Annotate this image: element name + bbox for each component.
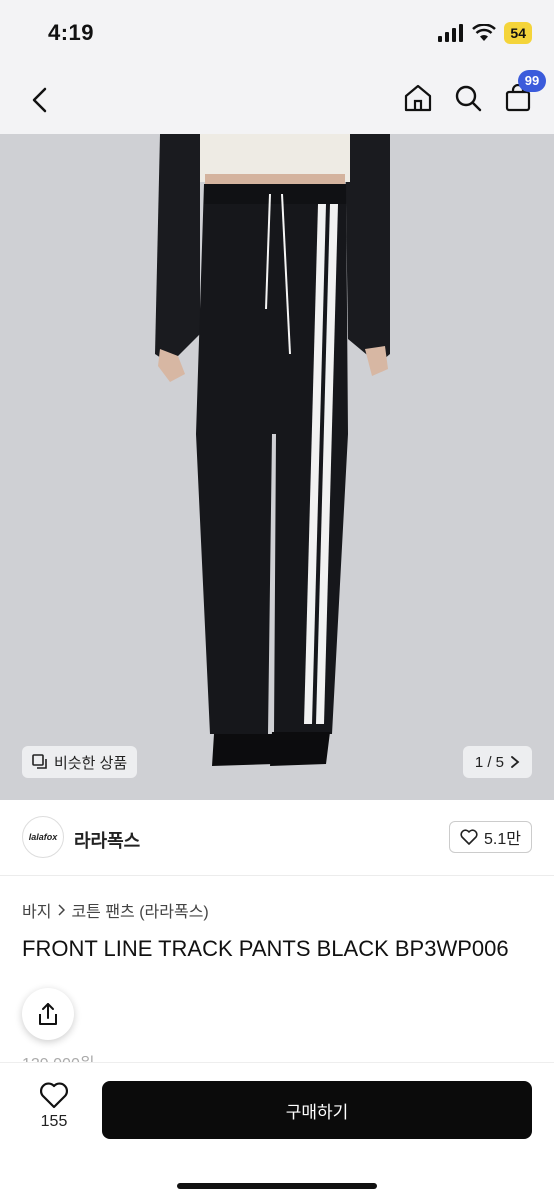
- similar-products-label: 비슷한 상품: [54, 754, 128, 772]
- seller-logo[interactable]: lalafox: [22, 816, 64, 858]
- share-button[interactable]: [22, 988, 74, 1040]
- buy-button[interactable]: 구매하기: [102, 1081, 532, 1139]
- breadcrumb: 바지 코튼 팬츠 (라라폭스): [22, 898, 209, 922]
- wifi-icon: [472, 24, 497, 41]
- similar-products-button[interactable]: 비슷한 상품: [22, 746, 138, 778]
- top-nav: 99: [0, 66, 554, 134]
- home-button[interactable]: [400, 80, 436, 116]
- wishlist-button[interactable]: 155: [22, 1081, 86, 1131]
- store-like-button[interactable]: 5.1만: [449, 821, 532, 853]
- back-button[interactable]: [22, 82, 58, 118]
- seller-name[interactable]: 라라폭스: [74, 827, 140, 853]
- chevron-right-icon: [58, 904, 66, 916]
- pager-text: 1 / 5: [474, 753, 504, 771]
- product-photo: [0, 134, 554, 800]
- breadcrumb-subcategory[interactable]: 코튼 팬츠 (라라폭스): [71, 898, 208, 922]
- battery-indicator: 54: [504, 22, 532, 44]
- search-icon: [455, 85, 482, 112]
- bottom-action-bar: 155 구매하기: [0, 1062, 554, 1200]
- image-pager[interactable]: 1 / 5: [462, 746, 532, 778]
- signal-icon: [438, 24, 464, 42]
- home-indicator: [177, 1183, 377, 1189]
- share-icon: [39, 1003, 57, 1025]
- nav-actions: 99: [400, 70, 546, 116]
- status-icons: 54: [438, 22, 532, 44]
- heart-icon: [460, 829, 478, 845]
- copy-icon: [32, 754, 47, 769]
- chevron-left-icon: [32, 87, 47, 113]
- breadcrumb-category[interactable]: 바지: [22, 898, 51, 922]
- product-image-carousel[interactable]: 비슷한 상품 1 / 5: [0, 134, 554, 800]
- seller-logo-text: lalafox: [28, 832, 58, 842]
- chevron-right-icon: [511, 756, 520, 768]
- status-bar: 4:19 54: [0, 0, 554, 66]
- store-like-count: 5.1만: [484, 831, 521, 848]
- product-title: FRONT LINE TRACK PANTS BLACK BP3WP006: [22, 936, 509, 961]
- search-button[interactable]: [450, 80, 486, 116]
- cart-button[interactable]: 99: [500, 70, 546, 116]
- seller-row[interactable]: lalafox 라라폭스 5.1만: [0, 800, 554, 876]
- wishlist-count: 155: [40, 1113, 68, 1130]
- heart-icon: [40, 1082, 68, 1109]
- home-icon: [404, 84, 432, 112]
- status-time: 4:19: [48, 20, 95, 45]
- cart-badge: 99: [518, 70, 546, 92]
